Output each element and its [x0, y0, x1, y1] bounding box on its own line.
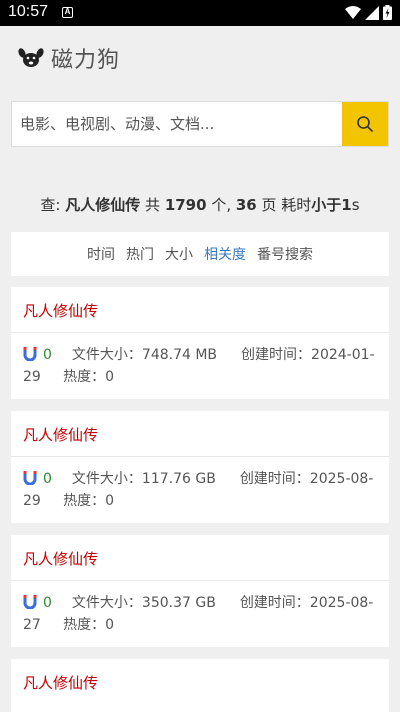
status-time: 10:57 — [8, 3, 49, 20]
summary-total-suffix: 个, — [206, 196, 236, 214]
sort-code-search[interactable]: 番号搜索 — [257, 244, 313, 264]
result-title[interactable]: 凡人修仙传 — [23, 424, 98, 445]
result-summary: 查: 凡人修仙传 共 1790 个, 36 页 耗时小于1s — [0, 194, 400, 215]
battery-charging-icon — [383, 5, 392, 20]
sort-size[interactable]: 大小 — [165, 244, 193, 264]
result-card[interactable]: 凡人修仙传 — [11, 659, 389, 712]
result-title[interactable]: 凡人修仙传 — [23, 300, 98, 321]
search-bar — [11, 101, 389, 147]
result-card[interactable]: 凡人修仙传 0 文件大小：350.37 GB 创建时间：2025-08-27 热度：… — [11, 535, 389, 647]
seed-count: 0 — [43, 595, 52, 611]
search-icon — [357, 116, 373, 132]
sort-relevance[interactable]: 相关度 — [204, 244, 246, 264]
seed-count: 0 — [43, 347, 52, 363]
search-button[interactable] — [342, 102, 388, 146]
summary-time: 小于1 — [311, 196, 352, 214]
summary-query: 凡人修仙传 — [65, 196, 141, 214]
summary-prefix: 查: — [40, 196, 66, 214]
divider — [11, 580, 389, 581]
seed-count: 0 — [43, 471, 52, 487]
magnet-icon[interactable] — [23, 471, 37, 485]
result-meta: 0 文件大小：117.76 GB 创建时间：2025-08-29 热度：0 — [23, 468, 381, 512]
app-title: 磁力狗 — [51, 48, 121, 73]
summary-time-unit: s — [351, 196, 360, 214]
heat: 热度：0 — [63, 369, 115, 385]
dog-paw-icon — [18, 48, 44, 67]
signal-icon — [365, 5, 379, 20]
sort-popular[interactable]: 热门 — [126, 244, 154, 264]
summary-total: 1790 — [164, 196, 207, 214]
wifi-icon — [345, 5, 361, 19]
heat: 热度：0 — [63, 493, 115, 509]
divider — [11, 456, 389, 457]
result-meta: 0 文件大小：350.37 GB 创建时间：2025-08-27 热度：0 — [23, 592, 381, 636]
file-size: 文件大小：748.74 MB — [71, 347, 218, 363]
sort-bar: 时间 热门 大小 相关度 番号搜索 — [11, 232, 389, 276]
result-title[interactable]: 凡人修仙传 — [23, 672, 98, 693]
status-bar: 10:57 A — [0, 0, 400, 26]
summary-pages: 36 — [235, 196, 257, 214]
summary-total-prefix: 共 — [140, 196, 165, 214]
magnet-icon[interactable] — [23, 347, 37, 361]
file-size: 文件大小：350.37 GB — [71, 595, 216, 611]
result-card[interactable]: 凡人修仙传 0 文件大小：748.74 MB 创建时间：2024-01-29 热度：… — [11, 287, 389, 399]
heat: 热度：0 — [63, 617, 115, 633]
result-card[interactable]: 凡人修仙传 0 文件大小：117.76 GB 创建时间：2025-08-29 热度：… — [11, 411, 389, 523]
magnet-icon[interactable] — [23, 595, 37, 609]
result-title[interactable]: 凡人修仙传 — [23, 548, 98, 569]
file-size: 文件大小：117.76 GB — [71, 471, 216, 487]
search-input[interactable] — [12, 102, 343, 146]
sort-time[interactable]: 时间 — [87, 244, 115, 264]
result-meta: 0 文件大小：748.74 MB 创建时间：2024-01-29 热度：0 — [23, 344, 381, 388]
status-icons — [345, 5, 392, 20]
app-header: 磁力狗 — [0, 26, 400, 88]
divider — [11, 332, 389, 333]
summary-pages-suffix: 页 耗时 — [256, 196, 312, 214]
notification-icon: A — [62, 7, 73, 18]
